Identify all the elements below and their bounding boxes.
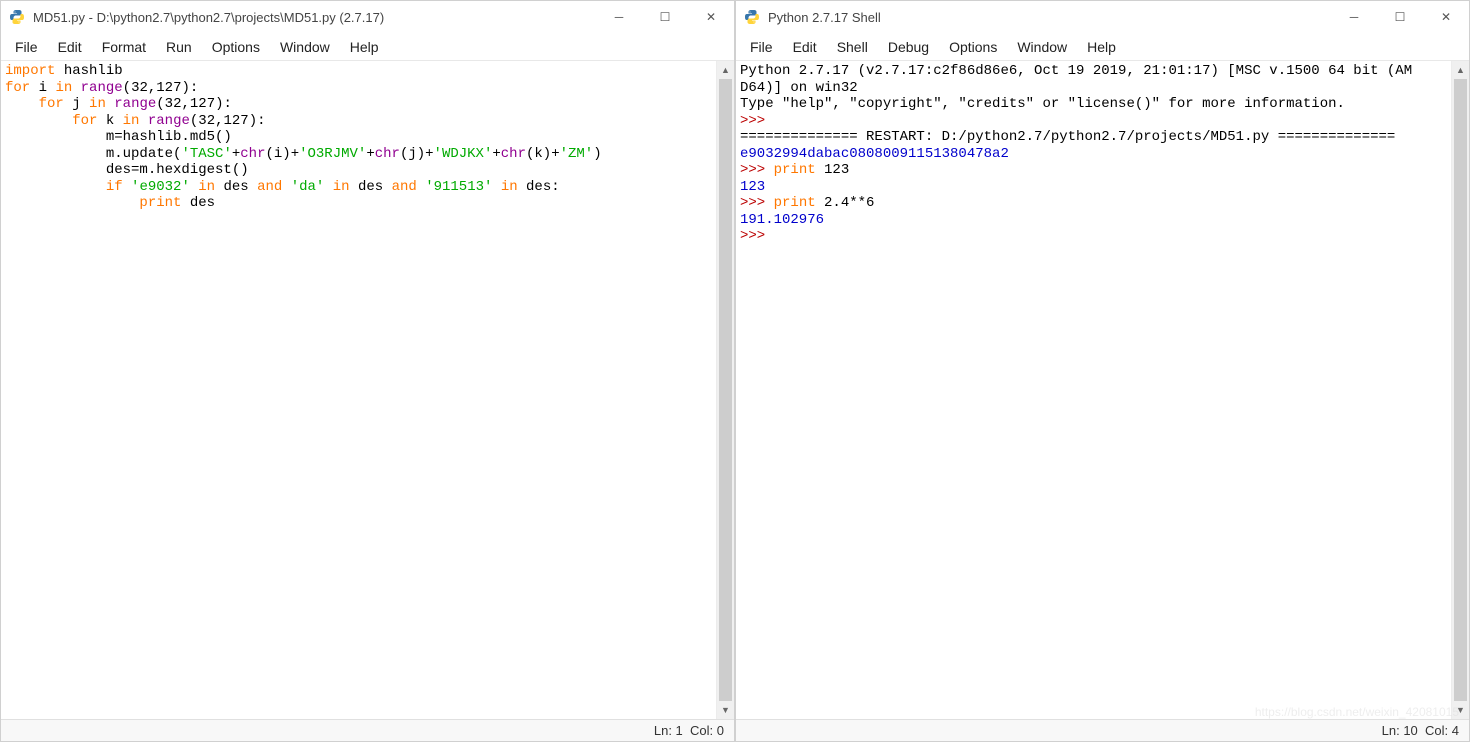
editor-window: MD51.py - D:\python2.7\python2.7\project… [0,0,735,742]
shell-window: Python 2.7.17 Shell ─ ☐ ✕ File Edit Shel… [735,0,1470,742]
editor-area[interactable]: import hashlib for i in range(32,127): f… [1,61,734,719]
menu-options[interactable]: Options [202,35,270,59]
close-button[interactable]: ✕ [1423,1,1469,33]
scroll-up-icon[interactable]: ▲ [1452,61,1469,79]
scroll-down-icon[interactable]: ▼ [717,701,734,719]
maximize-button[interactable]: ☐ [1377,1,1423,33]
menu-window[interactable]: Window [1007,35,1077,59]
menu-debug[interactable]: Debug [878,35,939,59]
output-hash: e9032994dabac08080091151380478a2 [740,146,1009,162]
scroll-down-icon[interactable]: ▼ [1452,701,1469,719]
shell-window-controls: ─ ☐ ✕ [1331,1,1469,33]
shell-area[interactable]: Python 2.7.17 (v2.7.17:c2f86d86e6, Oct 1… [736,61,1469,719]
menu-help[interactable]: Help [1077,35,1126,59]
status-ln: Ln: 1 [654,723,683,738]
menu-file[interactable]: File [5,35,48,59]
status-ln: Ln: 10 [1382,723,1418,738]
shell-scrollbar[interactable]: ▲ ▼ [1451,61,1469,719]
minimize-button[interactable]: ─ [596,1,642,33]
status-col: Col: 0 [690,723,724,738]
editor-title: MD51.py - D:\python2.7\python2.7\project… [33,10,596,25]
menu-edit[interactable]: Edit [783,35,827,59]
maximize-button[interactable]: ☐ [642,1,688,33]
menu-run[interactable]: Run [156,35,202,59]
editor-statusbar: Ln: 1 Col: 0 [1,719,734,741]
prompt: >>> [740,162,774,178]
python-icon [9,9,25,25]
editor-window-controls: ─ ☐ ✕ [596,1,734,33]
shell-statusbar: Ln: 10 Col: 4 [736,719,1469,741]
python-icon [744,9,760,25]
shell-menubar: File Edit Shell Debug Options Window Hel… [736,33,1469,61]
menu-shell[interactable]: Shell [827,35,878,59]
menu-options[interactable]: Options [939,35,1007,59]
editor-menubar: File Edit Format Run Options Window Help [1,33,734,61]
prompt: >>> [740,195,774,211]
status-col: Col: 4 [1425,723,1459,738]
scroll-thumb[interactable] [719,79,732,701]
shell-titlebar: Python 2.7.17 Shell ─ ☐ ✕ [736,1,1469,33]
shell-output[interactable]: Python 2.7.17 (v2.7.17:c2f86d86e6, Oct 1… [736,61,1451,719]
editor-code[interactable]: import hashlib for i in range(32,127): f… [1,61,716,719]
menu-edit[interactable]: Edit [48,35,92,59]
menu-format[interactable]: Format [92,35,156,59]
menu-help[interactable]: Help [340,35,389,59]
minimize-button[interactable]: ─ [1331,1,1377,33]
close-button[interactable]: ✕ [688,1,734,33]
prompt: >>> [740,228,774,244]
shell-title: Python 2.7.17 Shell [768,10,1331,25]
menu-window[interactable]: Window [270,35,340,59]
scroll-up-icon[interactable]: ▲ [717,61,734,79]
editor-titlebar: MD51.py - D:\python2.7\python2.7\project… [1,1,734,33]
menu-file[interactable]: File [740,35,783,59]
scroll-thumb[interactable] [1454,79,1467,701]
editor-scrollbar[interactable]: ▲ ▼ [716,61,734,719]
prompt: >>> [740,113,774,129]
